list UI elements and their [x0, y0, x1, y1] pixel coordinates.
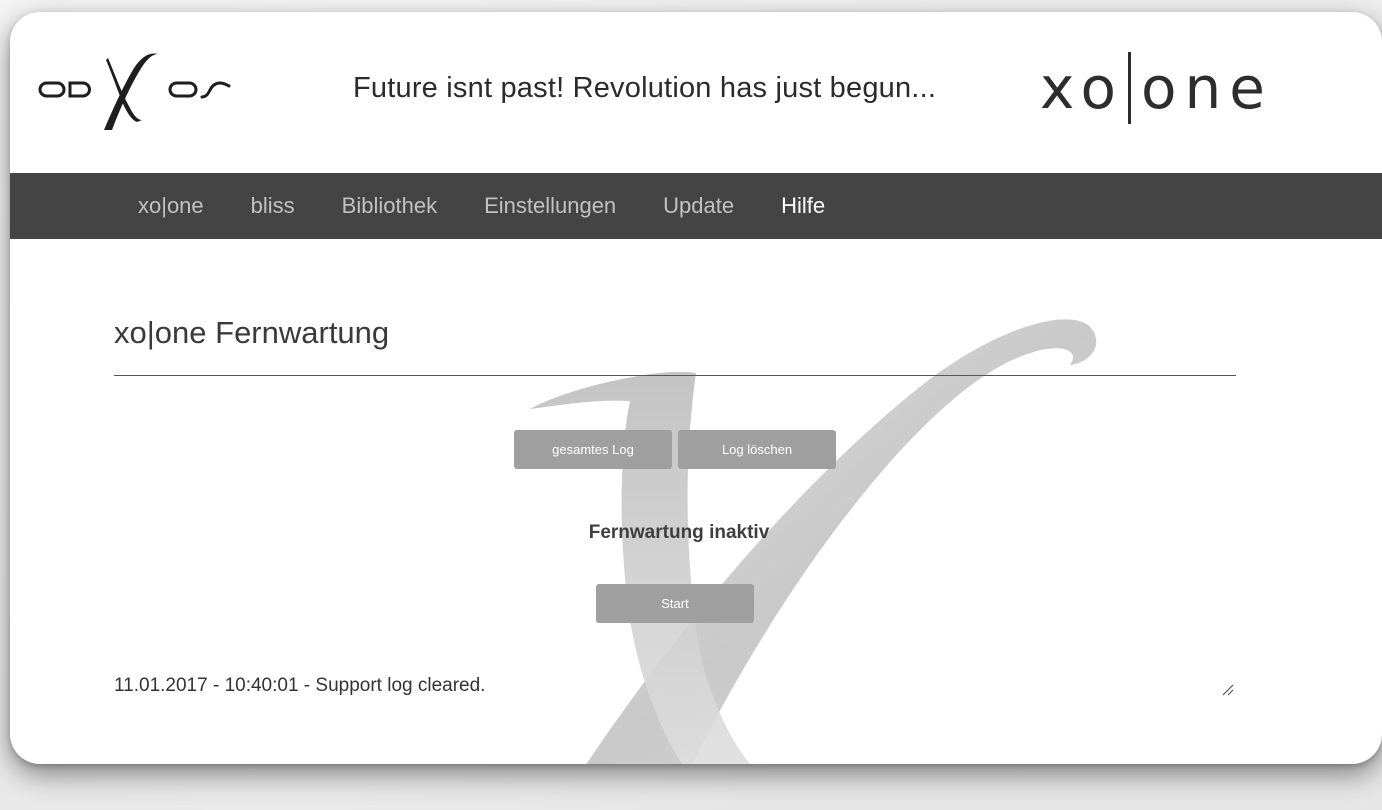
main-content: xo|one Fernwartung gesamtes Log Log lösc…: [10, 239, 1382, 764]
nav-item-hilfe[interactable]: Hilfe: [781, 193, 825, 219]
title-divider: [114, 375, 1236, 376]
brand-logo-divider: [1128, 52, 1132, 124]
brand-logo-left: xo: [1040, 54, 1125, 122]
odxos-logo: [38, 53, 231, 130]
nav-item-einstellungen[interactable]: Einstellungen: [484, 193, 616, 219]
log-entry-text: 11.01.2017 - 10:40:01 - Support log clea…: [114, 675, 486, 696]
clear-log-button[interactable]: Log löschen: [678, 430, 836, 469]
main-navigation: xo|one bliss Bibliothek Einstellungen Up…: [10, 173, 1382, 239]
full-log-button[interactable]: gesamtes Log: [514, 430, 672, 469]
nav-item-bibliothek[interactable]: Bibliothek: [342, 193, 437, 219]
nav-item-bliss[interactable]: bliss: [251, 193, 295, 219]
page-title: xo|one Fernwartung: [114, 315, 390, 350]
nav-item-update[interactable]: Update: [663, 193, 734, 219]
support-log-textarea[interactable]: 11.01.2017 - 10:40:01 - Support log clea…: [114, 666, 1236, 704]
resize-grip-icon[interactable]: [1220, 682, 1234, 696]
brand-logo-right: one: [1141, 54, 1273, 122]
nav-item-xoone[interactable]: xo|one: [138, 193, 204, 219]
app-window: Future isnt past! Revolution has just be…: [10, 12, 1382, 764]
maintenance-status-label: Fernwartung inaktiv: [588, 522, 770, 543]
xo-one-brand-logo: xo one: [1040, 52, 1273, 124]
start-button[interactable]: Start: [596, 584, 754, 623]
slogan-text: Future isnt past! Revolution has just be…: [353, 72, 937, 104]
page-header: Future isnt past! Revolution has just be…: [10, 12, 1382, 173]
